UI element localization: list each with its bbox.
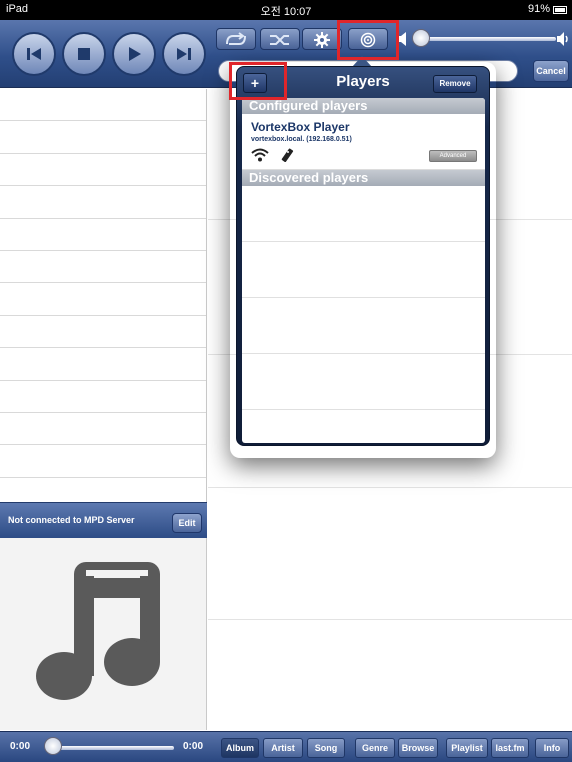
volume-slider[interactable] xyxy=(418,37,556,41)
settings-button[interactable] xyxy=(302,28,342,50)
player-row[interactable]: VortexBox Player vortexbox.local. (192.1… xyxy=(242,114,485,170)
battery-percent: 91% xyxy=(527,3,550,15)
tab-lastfm[interactable]: last.fm xyxy=(491,738,529,758)
list-item[interactable] xyxy=(0,154,206,187)
list-item xyxy=(242,354,485,410)
list-item[interactable] xyxy=(0,381,206,413)
volume-knob[interactable] xyxy=(412,29,430,47)
list-item[interactable] xyxy=(0,445,206,478)
wifi-icon xyxy=(251,148,269,162)
edit-button[interactable]: Edit xyxy=(172,513,202,533)
divider xyxy=(208,619,572,620)
elapsed-time: 0:00 xyxy=(10,741,31,752)
list-item[interactable] xyxy=(0,121,206,154)
progress-slider[interactable] xyxy=(58,746,174,750)
shuffle-button[interactable] xyxy=(260,28,300,50)
players-list: Configured players VortexBox Player vort… xyxy=(242,98,485,443)
list-item[interactable] xyxy=(0,316,206,349)
player-name: VortexBox Player xyxy=(251,120,350,134)
speaker-high-icon xyxy=(557,32,568,46)
remote-icon xyxy=(281,148,294,162)
discovered-players-header: Discovered players xyxy=(242,170,485,186)
previous-button[interactable] xyxy=(12,32,56,76)
list-item[interactable] xyxy=(0,219,206,251)
highlight-box xyxy=(337,20,399,60)
speaker-low-icon xyxy=(398,32,406,46)
total-time: 0:00 xyxy=(183,741,204,752)
tab-artist[interactable]: Artist xyxy=(263,738,303,758)
list-item[interactable] xyxy=(0,251,206,284)
play-button[interactable] xyxy=(112,32,156,76)
music-note-icon xyxy=(36,562,160,700)
list-item xyxy=(242,298,485,354)
list-item[interactable] xyxy=(0,283,206,316)
skip-next-icon xyxy=(177,48,191,60)
tab-song[interactable]: Song xyxy=(307,738,345,758)
tab-album[interactable]: Album xyxy=(221,738,259,758)
tab-genre[interactable]: Genre xyxy=(355,738,395,758)
next-button[interactable] xyxy=(162,32,206,76)
stop-button[interactable] xyxy=(62,32,106,76)
cancel-button[interactable]: Cancel xyxy=(533,60,569,82)
album-list[interactable] xyxy=(0,89,207,502)
list-item xyxy=(242,242,485,298)
repeat-button[interactable] xyxy=(216,28,256,50)
album-artwork xyxy=(0,538,207,730)
tab-browse[interactable]: Browse xyxy=(398,738,438,758)
connection-status-text: Not connected to MPD Server xyxy=(8,515,135,525)
battery-icon xyxy=(553,6,567,14)
gear-icon xyxy=(314,32,330,48)
list-item[interactable] xyxy=(0,348,206,381)
list-item[interactable] xyxy=(0,89,206,122)
play-icon xyxy=(129,47,141,61)
configured-players-header: Configured players xyxy=(242,98,485,114)
status-bar: iPad 오전 10:07 91% xyxy=(0,0,572,20)
tab-info[interactable]: Info xyxy=(535,738,569,758)
clock: 오전 10:07 xyxy=(260,6,312,18)
list-item xyxy=(242,186,485,242)
list-item[interactable] xyxy=(0,413,206,446)
player-host: vortexbox.local. (192.168.0.51) xyxy=(251,136,352,143)
list-item[interactable] xyxy=(0,186,206,219)
connection-status-bar: Not connected to MPD Server Edit xyxy=(0,502,207,538)
players-popover: + Players Remove Configured players Vort… xyxy=(236,66,490,446)
advanced-button[interactable]: Advanced xyxy=(429,150,477,162)
stop-icon xyxy=(78,48,90,60)
highlight-box xyxy=(229,62,287,100)
progress-knob[interactable] xyxy=(44,737,62,755)
tab-playlist[interactable]: Playlist xyxy=(446,738,488,758)
divider xyxy=(208,487,572,488)
shuffle-icon xyxy=(270,35,289,45)
skip-previous-icon xyxy=(27,48,41,60)
bottom-bar: 0:00 0:00 Album Artist Song Genre Browse… xyxy=(0,731,572,762)
remove-button[interactable]: Remove xyxy=(433,75,477,93)
repeat-icon xyxy=(226,32,246,45)
